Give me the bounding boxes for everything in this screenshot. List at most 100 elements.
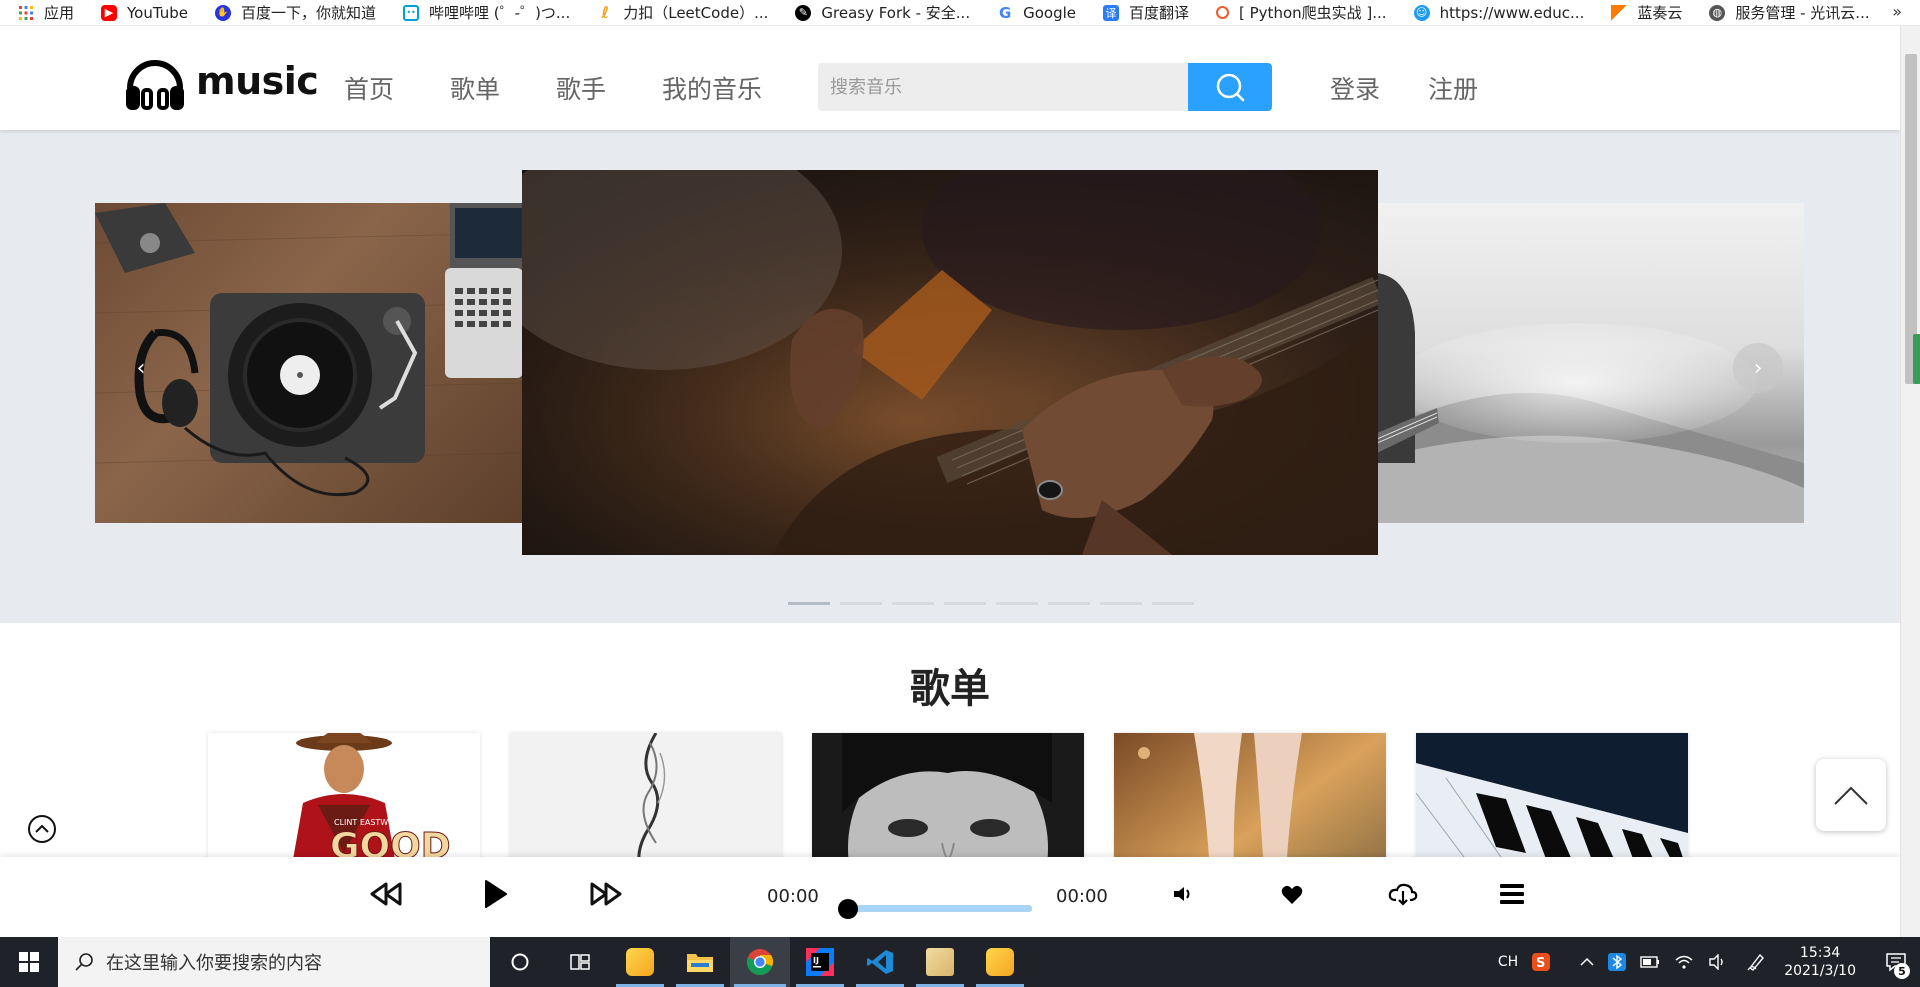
- greasyfork-icon: ✎: [795, 4, 812, 21]
- banner-carousel: ‹ ›: [0, 130, 1900, 623]
- next-track-button[interactable]: [590, 882, 622, 906]
- carousel-dot[interactable]: [1048, 602, 1090, 605]
- progress-bar[interactable]: [838, 899, 1032, 919]
- bookmark-baidu-translate[interactable]: 译 百度翻译: [1103, 2, 1189, 23]
- taskbar-intellij[interactable]: IJ: [790, 937, 850, 987]
- bookmarks-bar: 应用 ▶ YouTube ✋ 百度一下，你就知道 •• 哔哩哔哩 (゜-゜)つ.…: [0, 0, 1920, 26]
- site-logo[interactable]: music: [122, 48, 319, 114]
- volume-button[interactable]: [1172, 885, 1194, 903]
- bookmark-youtube[interactable]: ▶ YouTube: [101, 4, 188, 22]
- action-center-button[interactable]: 5: [1878, 937, 1914, 987]
- task-view-button[interactable]: [550, 937, 610, 987]
- register-link[interactable]: 注册: [1428, 70, 1478, 106]
- chevron-left-icon: ‹: [136, 355, 146, 381]
- system-clock[interactable]: 15:34 2021/3/10: [1784, 944, 1856, 980]
- carousel-dot[interactable]: [1152, 602, 1194, 605]
- search-button[interactable]: [1188, 63, 1272, 111]
- rewind-icon: [370, 882, 402, 906]
- carousel-dot[interactable]: [944, 602, 986, 605]
- back-to-top-button[interactable]: [1816, 759, 1886, 831]
- bookmark-label: [ Python爬虫实战 ]...: [1239, 4, 1387, 22]
- app-icon: [626, 948, 654, 976]
- app-icon: [986, 948, 1014, 976]
- bluetooth-icon[interactable]: [1608, 953, 1627, 971]
- speaker-icon[interactable]: [1708, 954, 1728, 970]
- nav-home[interactable]: 首页: [344, 70, 394, 106]
- nav-playlists[interactable]: 歌单: [450, 70, 500, 106]
- cloud-download-icon: [1388, 883, 1418, 906]
- bilibili-icon: ••: [403, 4, 420, 21]
- search-input[interactable]: [818, 63, 1188, 111]
- bookmark-greasyfork[interactable]: ✎ Greasy Fork - 安全...: [795, 2, 970, 23]
- auth-links: 登录 注册: [1330, 70, 1526, 106]
- taskbar-file-explorer[interactable]: [670, 937, 730, 987]
- carousel-dot[interactable]: [892, 602, 934, 605]
- clock-time: 15:34: [1799, 945, 1841, 961]
- task-view-icon: [570, 954, 590, 970]
- svg-text:S: S: [1536, 956, 1545, 971]
- bookmark-leetcode[interactable]: ℓ 力扣（LeetCode）...: [597, 2, 768, 23]
- sogou-icon[interactable]: S: [1532, 953, 1551, 971]
- bookmark-google[interactable]: G Google: [997, 4, 1076, 22]
- system-tray: CH S 15:34 2021/3/10 5: [1484, 937, 1920, 987]
- svg-text:IJ: IJ: [813, 956, 819, 965]
- carousel-dot[interactable]: [840, 602, 882, 605]
- bookmarks-more-button[interactable]: »: [1892, 2, 1902, 21]
- bookmark-apps[interactable]: 应用: [18, 2, 74, 23]
- previous-track-button[interactable]: [370, 882, 402, 906]
- player-collapse-button[interactable]: [28, 815, 56, 843]
- play-button[interactable]: [484, 879, 508, 909]
- educoder-icon: ☺: [1413, 4, 1430, 21]
- clock-date: 2021/3/10: [1784, 963, 1856, 979]
- nav-singers[interactable]: 歌手: [556, 70, 606, 106]
- wifi-icon[interactable]: [1674, 954, 1694, 970]
- bookmark-python-crawler[interactable]: [ Python爬虫实战 ]...: [1216, 2, 1387, 23]
- volume-icon: [1174, 887, 1190, 901]
- bookmark-bilibili[interactable]: •• 哔哩哔哩 (゜-゜)つ...: [403, 2, 570, 23]
- logo-text: music: [196, 59, 319, 103]
- carousel-next-button[interactable]: ›: [1733, 343, 1783, 393]
- bookmark-educoder[interactable]: ☺ https://www.educ...: [1413, 3, 1585, 22]
- nav-my-music[interactable]: 我的音乐: [662, 70, 762, 106]
- carousel-dot[interactable]: [996, 602, 1038, 605]
- show-hidden-icons[interactable]: [1580, 957, 1594, 967]
- taskbar-search-placeholder: 在这里输入你要搜索的内容: [106, 953, 322, 974]
- notification-count-badge: 5: [1894, 963, 1910, 979]
- heart-icon: [1281, 885, 1303, 904]
- bookmark-label: https://www.educ...: [1439, 3, 1585, 22]
- search-icon: [1216, 73, 1245, 102]
- progress-knob[interactable]: [838, 899, 858, 919]
- login-link[interactable]: 登录: [1330, 70, 1380, 106]
- carousel-dot[interactable]: [1100, 602, 1142, 605]
- bookmark-lanzou[interactable]: 蓝奏云: [1611, 2, 1682, 23]
- bookmark-label: Greasy Fork - 安全...: [821, 4, 971, 22]
- taskbar-app-yellow-2[interactable]: [970, 937, 1030, 987]
- download-button[interactable]: [1388, 882, 1418, 906]
- bookmark-baidu[interactable]: ✋ 百度一下，你就知道: [215, 2, 376, 23]
- start-button[interactable]: [0, 937, 58, 987]
- chevron-up-icon: [1834, 786, 1868, 805]
- taskbar-app-yellow[interactable]: [610, 937, 670, 987]
- page-scrollbar[interactable]: [1900, 26, 1920, 937]
- chrome-icon: [746, 949, 773, 976]
- taskbar-chrome[interactable]: [730, 937, 790, 987]
- carousel-slide-active[interactable]: [522, 170, 1378, 555]
- bookmark-label: 百度翻译: [1129, 4, 1190, 22]
- pen-icon[interactable]: [1746, 952, 1766, 972]
- carousel-dot[interactable]: [788, 602, 830, 605]
- bookmark-label: 力扣（LeetCode）...: [623, 4, 769, 22]
- carousel-prev-button[interactable]: ‹: [116, 343, 166, 393]
- taskbar-app-beige[interactable]: [910, 937, 970, 987]
- ime-indicator[interactable]: CH: [1498, 954, 1518, 970]
- cortana-button[interactable]: [490, 937, 550, 987]
- bookmark-label: 应用: [44, 4, 75, 22]
- chevron-up-icon: [1580, 957, 1594, 966]
- bookmark-service[interactable]: ◍ 服务管理 - 光讯云...: [1709, 2, 1870, 23]
- playlist-menu-button[interactable]: [1500, 883, 1524, 905]
- cortana-icon: [511, 953, 529, 971]
- taskbar-vscode[interactable]: [850, 937, 910, 987]
- taskbar-search[interactable]: 在这里输入你要搜索的内容: [58, 937, 490, 987]
- bookmark-label: 服务管理 - 光讯云...: [1735, 4, 1870, 22]
- favorite-button[interactable]: [1281, 885, 1303, 905]
- battery-icon[interactable]: [1640, 955, 1660, 969]
